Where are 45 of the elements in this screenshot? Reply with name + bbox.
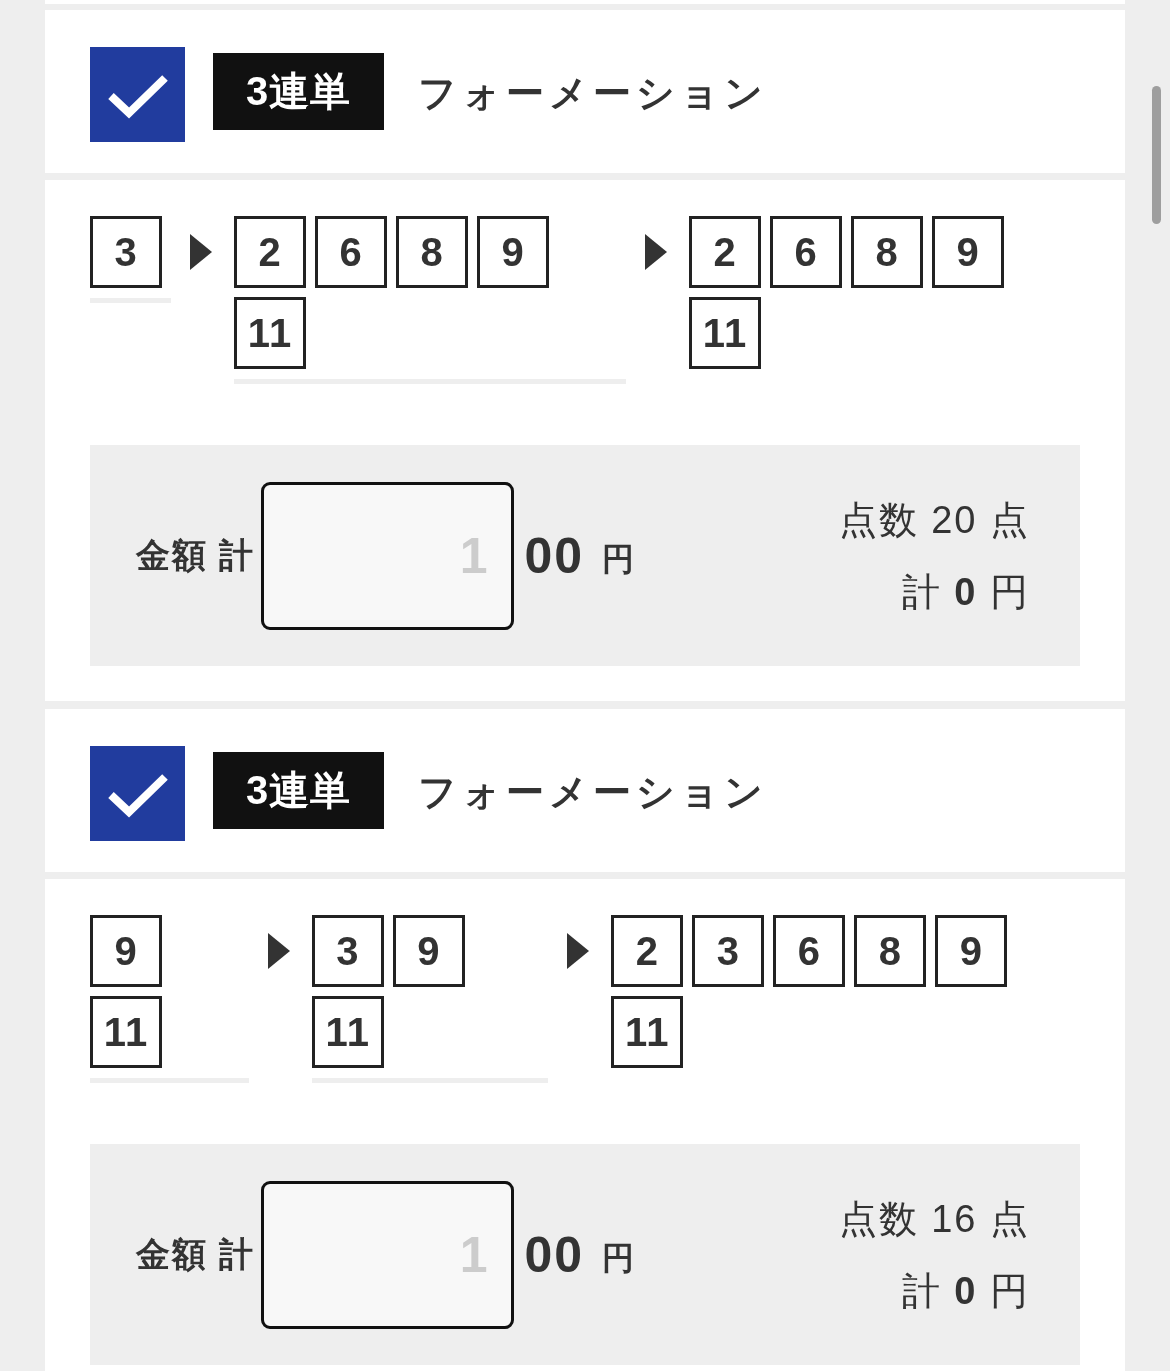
arrow-icon: [267, 933, 290, 969]
number-box: 3: [692, 915, 765, 987]
number-box: 11: [611, 996, 684, 1068]
number-box: 11: [311, 996, 384, 1068]
number-box: 3: [90, 216, 162, 288]
check-icon: [106, 771, 169, 818]
bet-count: 点数 16 点: [838, 1196, 1030, 1242]
amount-label: 金額 計: [136, 1233, 256, 1275]
checkbox[interactable]: [90, 47, 185, 142]
amount-suffix: 00: [524, 526, 585, 585]
bet-method: フォーメーション: [418, 70, 769, 116]
total-amount: 計 0 円: [901, 569, 1030, 615]
number-box: 6: [773, 915, 846, 987]
checkbox[interactable]: [90, 746, 185, 841]
check-icon: [106, 72, 169, 119]
amount-suffix: 00: [524, 1225, 585, 1284]
number-box: 9: [90, 915, 162, 987]
number-box: 2: [611, 915, 684, 987]
total-amount: 計 0 円: [901, 1268, 1030, 1314]
number-box: 9: [477, 216, 549, 288]
number-box: 6: [315, 216, 387, 288]
number-box: 9: [935, 915, 1008, 987]
currency-unit: 円: [602, 1238, 635, 1278]
number-box: 8: [854, 915, 927, 987]
arrow-icon: [567, 933, 590, 969]
number-box: 3: [311, 915, 384, 987]
bet-method: フォーメーション: [418, 769, 769, 815]
amount-label: 金額 計: [136, 534, 256, 576]
number-box: 9: [392, 915, 465, 987]
currency-unit: 円: [602, 539, 635, 579]
bet-type-label: 3連単: [213, 752, 385, 829]
bet-type-label: 3連単: [213, 53, 385, 130]
number-box: 11: [689, 297, 761, 369]
arrow-icon: [645, 234, 667, 270]
number-box: 11: [90, 996, 162, 1068]
number-box: 11: [234, 297, 306, 369]
number-box: 8: [851, 216, 923, 288]
number-box: 6: [770, 216, 842, 288]
number-box: 8: [396, 216, 468, 288]
number-box: 9: [932, 216, 1004, 288]
bet-count: 点数 20 点: [838, 497, 1030, 543]
arrow-icon: [190, 234, 212, 270]
number-box: 2: [234, 216, 306, 288]
number-box: 2: [689, 216, 761, 288]
scrollbar-thumb[interactable]: [1152, 86, 1161, 224]
